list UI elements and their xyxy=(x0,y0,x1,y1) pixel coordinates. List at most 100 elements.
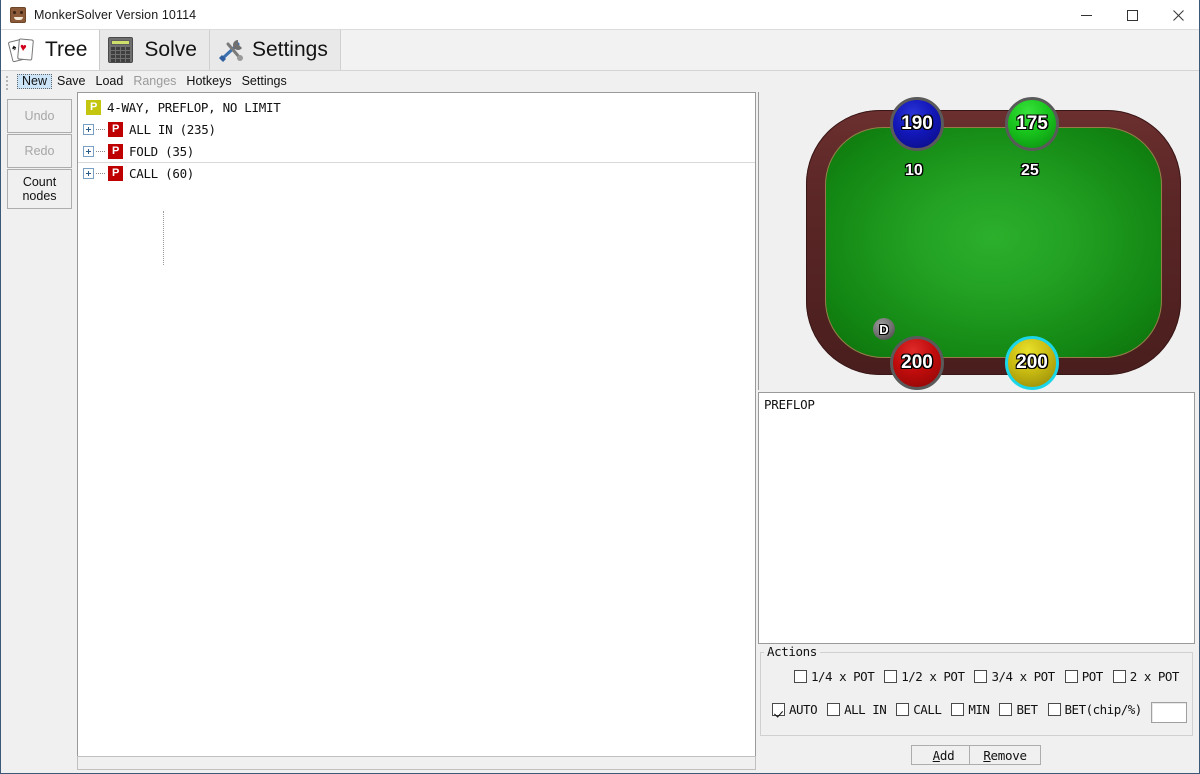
count-nodes-line2: nodes xyxy=(22,189,57,203)
menu-drag-grip[interactable] xyxy=(4,73,14,90)
menu-item-save[interactable]: Save xyxy=(52,74,91,89)
tree-dots xyxy=(96,128,105,130)
player-stack-bottom-right: 200 xyxy=(1016,352,1048,373)
checkbox-icon xyxy=(896,703,910,716)
count-nodes-line1: Count xyxy=(22,174,57,189)
tree-dots xyxy=(96,172,105,174)
tree-node-all-in[interactable]: P ALL IN (235) xyxy=(83,120,216,138)
actions-row-pot-sizes: 1/4 x POT 1/2 x POT 3/4 x POT POT 2 x PO… xyxy=(794,669,1189,684)
bet-amount-input[interactable] xyxy=(1151,702,1187,723)
expander-icon[interactable] xyxy=(83,167,94,179)
player-stack-top-left: 190 xyxy=(901,113,933,134)
dealer-button-icon: D xyxy=(873,318,895,340)
poker-table-panel xyxy=(758,92,1195,390)
player-stack-bottom-left: 200 xyxy=(901,352,933,373)
count-nodes-button[interactable]: Count nodes xyxy=(7,169,72,209)
checkbox-icon xyxy=(884,670,898,683)
tree-node-call[interactable]: P CALL (60) xyxy=(83,164,194,182)
minimize-icon[interactable] xyxy=(1063,0,1109,30)
tree-node-label: ALL IN (235) xyxy=(129,121,216,137)
tree-divider xyxy=(78,162,755,163)
actions-row-bet-types: AUTO ALL IN CALL MIN BET BET(chip/%) xyxy=(772,702,1152,717)
player-stack-top-right: 175 xyxy=(1016,113,1048,134)
title-bar: MonkerSolver Version 10114 xyxy=(1,0,1199,30)
playing-cards-icon: ♠ ♥ xyxy=(7,36,39,64)
actions-legend: Actions xyxy=(764,644,820,659)
expander-icon[interactable] xyxy=(83,145,94,157)
checkbox-icon xyxy=(1047,703,1061,716)
checkbox-label: 2 x POT xyxy=(1129,669,1180,684)
tree-node-badge: P xyxy=(108,121,123,137)
checkbox-three-quarter-pot[interactable]: 3/4 x POT xyxy=(974,669,1055,684)
player-chip-top-right[interactable]: 175 xyxy=(1005,97,1059,151)
player-chip-bottom-right[interactable]: 200 xyxy=(1005,336,1059,390)
checkbox-pot[interactable]: POT xyxy=(1064,669,1104,684)
player-bet-top-right: 25 xyxy=(1021,162,1039,179)
checkbox-label: BET(chip/%) xyxy=(1064,702,1143,717)
checkbox-icon xyxy=(999,703,1013,716)
tree-node-label: FOLD (35) xyxy=(129,143,195,159)
checkbox-icon xyxy=(772,703,785,716)
checkbox-bet[interactable]: BET xyxy=(999,702,1038,717)
menu-item-hotkeys[interactable]: Hotkeys xyxy=(181,74,236,89)
tree-node-label: CALL (60) xyxy=(129,165,195,181)
tree-node-root[interactable]: P 4-WAY, PREFLOP, NO LIMIT xyxy=(86,98,281,116)
application-window: MonkerSolver Version 10114 ♠ ♥ Tree Solv… xyxy=(0,0,1200,774)
add-button-rest: dd xyxy=(939,747,955,763)
table-rail xyxy=(806,110,1181,375)
tree-node-badge: P xyxy=(108,165,123,181)
player-chip-bottom-left[interactable]: 200 xyxy=(890,336,944,390)
checkbox-icon xyxy=(794,670,807,683)
tab-tree-label: Tree xyxy=(45,37,88,61)
tab-solve[interactable]: Solve xyxy=(100,30,210,70)
checkbox-half-pot[interactable]: 1/2 x POT xyxy=(884,669,965,684)
checkbox-min[interactable]: MIN xyxy=(951,702,990,717)
checkbox-label: 3/4 x POT xyxy=(991,669,1055,684)
remove-button[interactable]: Remove xyxy=(969,745,1041,765)
menu-item-new[interactable]: New xyxy=(17,74,53,89)
tab-settings[interactable]: Settings xyxy=(209,30,341,70)
remove-button-mnemonic: R xyxy=(983,747,991,763)
checkbox-label: BET xyxy=(1016,702,1038,717)
checkbox-all-in[interactable]: ALL IN xyxy=(827,702,887,717)
maximize-icon[interactable] xyxy=(1109,0,1155,30)
checkbox-icon xyxy=(1112,670,1126,683)
add-button[interactable]: Add xyxy=(911,745,976,765)
tree-horizontal-scrollbar[interactable] xyxy=(77,756,756,770)
checkbox-label: CALL xyxy=(913,702,942,717)
checkbox-label: POT xyxy=(1081,669,1104,684)
checkbox-label: AUTO xyxy=(789,702,818,717)
player-bet-top-left: 10 xyxy=(905,162,923,179)
tools-icon xyxy=(218,37,246,63)
tree-node-badge: P xyxy=(108,143,123,159)
app-icon xyxy=(10,6,26,23)
game-tree-panel[interactable]: P 4-WAY, PREFLOP, NO LIMIT P ALL IN (235… xyxy=(77,92,756,768)
tab-tree[interactable]: ♠ ♥ Tree xyxy=(1,30,101,70)
actions-group: Actions 1/4 x POT 1/2 x POT 3/4 x POT PO… xyxy=(760,644,1193,736)
player-chip-top-left[interactable]: 190 xyxy=(890,97,944,151)
checkbox-bet-chip-percent[interactable]: BET(chip/%) xyxy=(1047,702,1143,717)
checkbox-two-x-pot[interactable]: 2 x POT xyxy=(1112,669,1180,684)
menu-item-settings[interactable]: Settings xyxy=(237,74,292,89)
tree-node-label: 4-WAY, PREFLOP, NO LIMIT xyxy=(107,99,281,115)
checkbox-icon xyxy=(827,703,841,716)
close-icon[interactable] xyxy=(1155,0,1199,30)
tab-solve-label: Solve xyxy=(144,37,197,61)
checkbox-call[interactable]: CALL xyxy=(896,702,942,717)
remove-button-rest: emove xyxy=(990,747,1027,763)
checkbox-label: MIN xyxy=(968,702,990,717)
undo-button: Undo xyxy=(7,99,72,133)
street-display-box[interactable]: PREFLOP xyxy=(758,392,1195,644)
main-tab-strip: ♠ ♥ Tree Solve Settings xyxy=(1,30,1199,71)
expander-icon[interactable] xyxy=(83,123,94,135)
checkbox-auto[interactable]: AUTO xyxy=(772,702,818,717)
checkbox-label: ALL IN xyxy=(844,702,887,717)
checkbox-quarter-pot[interactable]: 1/4 x POT xyxy=(794,669,875,684)
checkbox-label: 1/2 x POT xyxy=(901,669,965,684)
checkbox-icon xyxy=(1064,670,1078,683)
tree-dots xyxy=(96,150,105,152)
street-label: PREFLOP xyxy=(764,397,815,412)
menu-item-load[interactable]: Load xyxy=(91,74,129,89)
tree-node-fold[interactable]: P FOLD (35) xyxy=(83,142,194,160)
menu-item-ranges: Ranges xyxy=(133,74,177,89)
